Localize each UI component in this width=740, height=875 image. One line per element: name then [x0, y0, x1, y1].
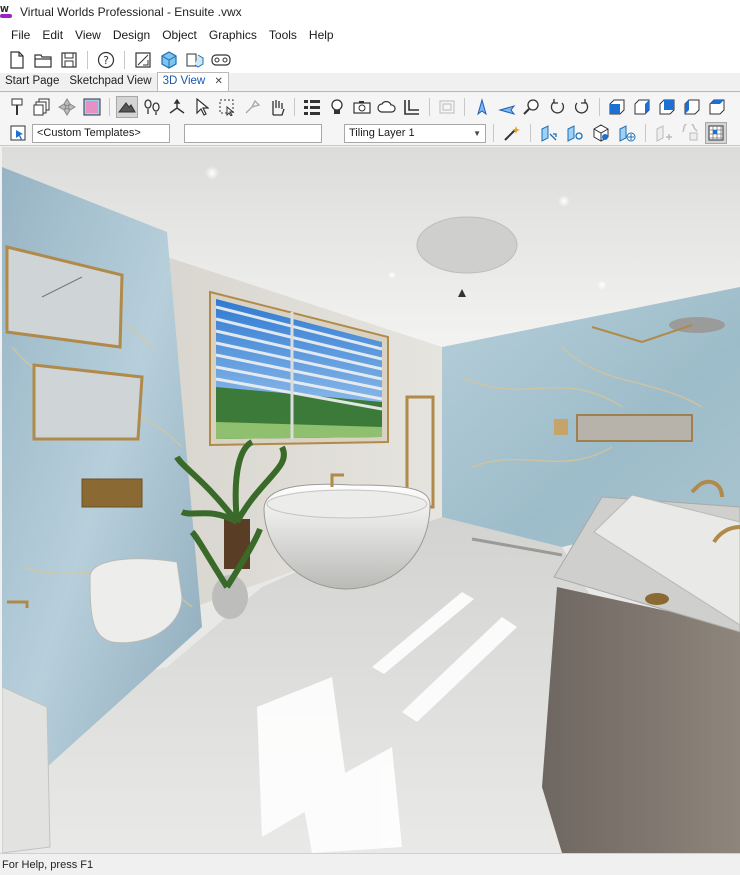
pointer-icon[interactable] — [191, 96, 213, 118]
menu-graphics[interactable]: Graphics — [203, 24, 263, 46]
menu-design[interactable]: Design — [107, 24, 156, 46]
sketchpad-3d-icon[interactable] — [184, 49, 206, 71]
orbit-left-icon[interactable] — [546, 96, 568, 118]
template-select-icon[interactable] — [8, 123, 28, 143]
main-toolbar: ? — [0, 46, 740, 73]
move-axes-icon[interactable] — [166, 96, 188, 118]
menu-edit[interactable]: Edit — [36, 24, 69, 46]
floor-plan-icon[interactable] — [401, 96, 423, 118]
view-left-icon[interactable] — [681, 96, 703, 118]
tile-layout-icon[interactable] — [538, 122, 560, 144]
menu-object[interactable]: Object — [156, 24, 203, 46]
light-bulb-icon[interactable] — [326, 96, 348, 118]
tile-grid-icon[interactable] — [616, 122, 638, 144]
close-icon[interactable]: ✕ — [214, 76, 222, 87]
walk-icon[interactable] — [116, 96, 138, 118]
3d-view-icon[interactable] — [158, 49, 180, 71]
tiling-toolbar: <Custom Templates> Tiling Layer 1 ▼ — [0, 121, 740, 146]
tab-3d-view[interactable]: 3D View ✕ — [156, 72, 229, 91]
menu-help[interactable]: Help — [303, 24, 340, 46]
open-folder-icon[interactable] — [32, 49, 54, 71]
view-front-icon[interactable] — [606, 96, 628, 118]
rotate-left-icon[interactable] — [471, 96, 493, 118]
view-top-icon[interactable] — [706, 96, 728, 118]
tab-start-page[interactable]: Start Page — [0, 73, 64, 91]
menu-file[interactable]: File — [5, 24, 36, 46]
orbit-right-icon[interactable] — [571, 96, 593, 118]
lamp-icon[interactable] — [241, 96, 263, 118]
app-logo: W — [0, 5, 14, 19]
template-dropdown[interactable]: <Custom Templates> — [32, 123, 170, 143]
material-icon[interactable] — [81, 96, 103, 118]
camera-icon[interactable] — [351, 96, 373, 118]
status-text: For Help, press F1 — [2, 859, 94, 871]
menu-bar: File Edit View Design Object Graphics To… — [0, 24, 740, 46]
layer-select[interactable]: Tiling Layer 1 ▼ — [344, 123, 486, 143]
window-title: Virtual Worlds Professional - Ensuite .v… — [20, 5, 242, 19]
tile-delete-icon[interactable] — [679, 122, 701, 144]
chevron-down-icon: ▼ — [473, 128, 481, 138]
hinge-icon[interactable] — [56, 96, 78, 118]
save-icon[interactable] — [58, 49, 80, 71]
cloud-icon[interactable] — [376, 96, 398, 118]
view-right-icon[interactable] — [631, 96, 653, 118]
vr-headset-icon[interactable] — [210, 49, 232, 71]
magic-wand-icon[interactable] — [501, 122, 523, 144]
view-tab-bar: Start Page Sketchpad View 3D View ✕ — [0, 72, 740, 92]
menu-view[interactable]: View — [69, 24, 107, 46]
app-logo-letter: W — [0, 5, 9, 14]
list-icon[interactable] — [301, 96, 323, 118]
view-toolbar — [0, 93, 740, 121]
paint-brush-icon[interactable] — [6, 96, 28, 118]
template-name-field[interactable] — [184, 123, 322, 143]
3d-viewport[interactable] — [2, 147, 740, 853]
hand-icon[interactable] — [266, 96, 288, 118]
status-bar: For Help, press F1 — [0, 853, 740, 875]
grid-view-icon[interactable] — [705, 122, 727, 144]
menu-tools[interactable]: Tools — [263, 24, 303, 46]
tab-sketchpad-view[interactable]: Sketchpad View — [64, 73, 156, 91]
rotate-right-icon[interactable] — [496, 96, 518, 118]
svg-text:?: ? — [103, 54, 109, 67]
select-box-icon[interactable] — [216, 96, 238, 118]
bathroom-render — [2, 147, 740, 853]
zoom-icon[interactable] — [521, 96, 543, 118]
tile-add-icon[interactable] — [653, 122, 675, 144]
layers-icon[interactable] — [31, 96, 53, 118]
tile-rotate-icon[interactable] — [590, 122, 612, 144]
new-file-icon[interactable] — [6, 49, 28, 71]
tab-3d-view-label: 3D View — [162, 75, 206, 87]
help-icon[interactable]: ? — [95, 49, 117, 71]
layer-select-value: Tiling Layer 1 — [349, 126, 415, 139]
sketchpad-view-icon[interactable] — [132, 49, 154, 71]
title-bar: W Virtual Worlds Professional - Ensuite … — [0, 0, 740, 24]
footprints-icon[interactable] — [141, 96, 163, 118]
window-icon[interactable] — [436, 96, 458, 118]
view-back-icon[interactable] — [656, 96, 678, 118]
tile-move-icon[interactable] — [564, 122, 586, 144]
